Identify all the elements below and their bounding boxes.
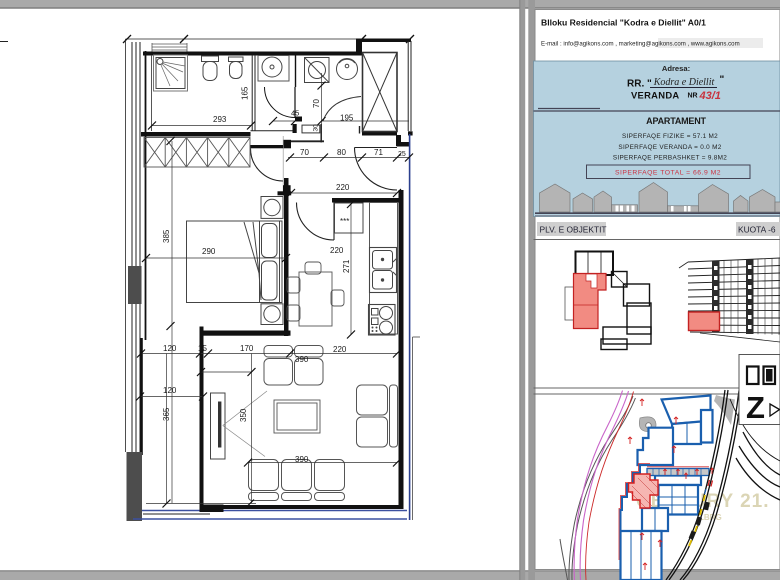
- svg-text:***: ***: [340, 217, 349, 226]
- svg-text:45: 45: [291, 109, 299, 118]
- svg-text:Adresa:: Adresa:: [662, 64, 690, 73]
- svg-text:Z: Z: [746, 390, 765, 425]
- svg-text:Kodra e Diellit: Kodra e Diellit: [653, 77, 715, 88]
- svg-text:165: 165: [241, 86, 250, 100]
- svg-text:70: 70: [300, 148, 309, 157]
- svg-text:Blloku Residencial "Kodra e Di: Blloku Residencial "Kodra e Diellit" A0/…: [541, 18, 706, 28]
- svg-text:350: 350: [239, 408, 248, 422]
- svg-text:25: 25: [398, 151, 406, 158]
- svg-text:271: 271: [342, 259, 351, 273]
- svg-text:30: 30: [313, 124, 320, 132]
- svg-text:195: 195: [340, 114, 354, 123]
- svg-text:PLV. E OBJEKTIT: PLV. E OBJEKTIT: [540, 225, 607, 235]
- svg-text:KUOTA -6: KUOTA -6: [738, 225, 776, 235]
- svg-text:SIPERFAQE PERBASHKET = 9.8M2: SIPERFAQE PERBASHKET = 9.8M2: [613, 154, 727, 161]
- svg-text:170: 170: [240, 344, 254, 353]
- svg-text:SIPERFAQE VERANDA = 0.0 M2: SIPERFAQE VERANDA = 0.0 M2: [618, 144, 721, 151]
- svg-text:365: 365: [162, 407, 171, 421]
- svg-text:220: 220: [333, 345, 347, 354]
- svg-text:70: 70: [312, 99, 321, 108]
- svg-text:390: 390: [295, 355, 309, 364]
- svg-text:SIPERFAQE FIZIKE = 57.1 M2: SIPERFAQE FIZIKE = 57.1 M2: [622, 133, 718, 140]
- svg-text:NR: NR: [688, 93, 698, 100]
- svg-text:220: 220: [330, 246, 344, 255]
- svg-text:290: 290: [202, 247, 216, 256]
- svg-text:293: 293: [213, 115, 227, 124]
- svg-text:80: 80: [337, 148, 346, 157]
- svg-text:SIPERFAQE TOTAL = 66.9: SIPERFAQE TOTAL = 66.9 M2: [615, 170, 721, 177]
- svg-text:APARTAMENT: APARTAMENT: [646, 116, 706, 126]
- svg-text:VERANDA: VERANDA: [631, 90, 679, 101]
- svg-text:220: 220: [336, 183, 350, 192]
- svg-text:390: 390: [295, 455, 309, 464]
- svg-text:120: 120: [163, 386, 177, 395]
- svg-text:43/1: 43/1: [699, 90, 721, 102]
- svg-text:": ": [720, 75, 725, 86]
- svg-text:RR. ": RR. ": [627, 79, 652, 90]
- svg-text:15: 15: [198, 344, 207, 353]
- svg-text:71: 71: [374, 148, 383, 157]
- svg-text:120: 120: [163, 344, 177, 353]
- svg-text:385: 385: [162, 229, 171, 243]
- svg-text:E-mail : info@agikons.com , ma: E-mail : info@agikons.com , marketing@ag…: [541, 41, 740, 48]
